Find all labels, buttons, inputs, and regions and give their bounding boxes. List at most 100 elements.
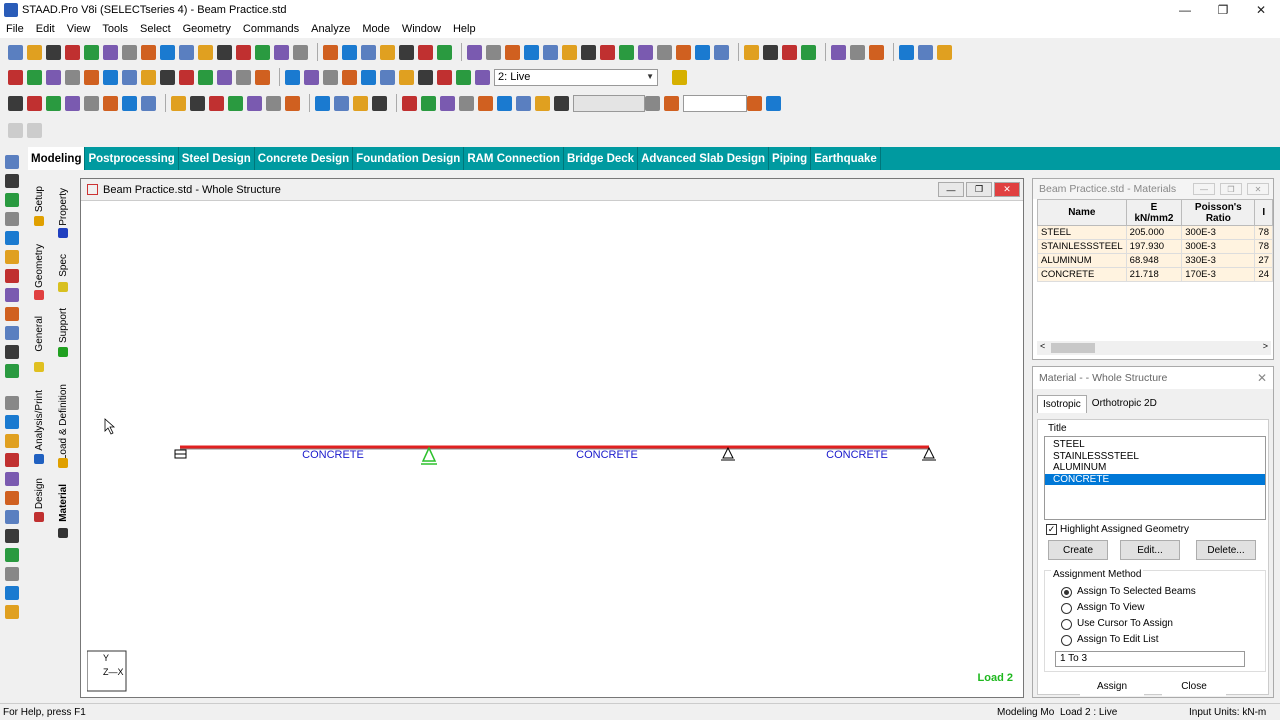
vtab-setup[interactable]: Setup xyxy=(34,186,45,212)
toolbar-tool-icon[interactable] xyxy=(247,95,262,111)
toolbar-tool-icon[interactable] xyxy=(198,44,213,60)
toolbar-tool-icon[interactable] xyxy=(217,69,232,85)
toolbar-tool-icon[interactable] xyxy=(937,44,952,60)
toolbar-tool-icon[interactable] xyxy=(171,95,186,111)
left-tool-icon[interactable] xyxy=(5,510,19,524)
toolbar-tool-icon[interactable] xyxy=(418,69,433,85)
left-tool-icon[interactable] xyxy=(5,364,19,378)
toolbar-tool-icon[interactable] xyxy=(456,69,471,85)
toolbar-tool-icon[interactable] xyxy=(103,44,118,60)
toolbar-tool-icon[interactable] xyxy=(65,44,80,60)
tab-piping[interactable]: Piping xyxy=(769,147,812,170)
toolbar-tool-icon[interactable] xyxy=(850,44,865,60)
toolbar-tool-icon[interactable] xyxy=(141,44,156,60)
toolbar-tool-icon[interactable] xyxy=(486,44,501,60)
toolbar-tool-icon[interactable] xyxy=(236,44,251,60)
toolbar-tool-icon[interactable] xyxy=(535,95,550,111)
toolbar-tool-icon[interactable] xyxy=(763,44,778,60)
menu-geometry[interactable]: Geometry xyxy=(183,23,231,35)
panel-minimize-button[interactable]: — xyxy=(1193,183,1215,195)
toolbar-tool-icon[interactable] xyxy=(440,95,455,111)
maximize-button[interactable]: ❐ xyxy=(1204,0,1242,20)
pinned-support-icon[interactable] xyxy=(421,446,437,462)
toolbar-tool-icon[interactable] xyxy=(190,95,205,111)
tab-postprocessing[interactable]: Postprocessing xyxy=(85,147,179,170)
toolbar-tool-icon[interactable] xyxy=(160,44,175,60)
tab-concrete-design[interactable]: Concrete Design xyxy=(255,147,354,170)
highlight-checkbox[interactable]: ✓ xyxy=(1046,524,1057,535)
panel-close-button[interactable]: ✕ xyxy=(1247,183,1269,195)
toolbar-tool-icon[interactable] xyxy=(766,95,781,111)
child-restore-button[interactable]: ❐ xyxy=(966,182,992,197)
toolbar-tool-icon[interactable] xyxy=(505,44,520,60)
toolbar-tool-icon[interactable] xyxy=(266,95,281,111)
toolbar-tool-icon[interactable] xyxy=(8,95,23,111)
toolbar-tool-icon[interactable] xyxy=(543,44,558,60)
close-icon[interactable]: ✕ xyxy=(1257,371,1267,385)
toolbar-tool-icon[interactable] xyxy=(342,44,357,60)
toolbar-tool-icon[interactable] xyxy=(437,44,452,60)
toolbar-tool-icon[interactable] xyxy=(323,44,338,60)
toolbar-tool-icon[interactable] xyxy=(475,69,490,85)
left-tool-icon[interactable] xyxy=(5,231,19,245)
toolbar-tool-icon[interactable] xyxy=(619,44,634,60)
toolbar-tool-icon[interactable] xyxy=(334,95,349,111)
toolbar-tool-icon[interactable] xyxy=(8,69,23,85)
toolbar-tool-icon[interactable] xyxy=(198,69,213,85)
toolbar-tool-icon[interactable] xyxy=(342,69,357,85)
toolbar-tool-icon[interactable] xyxy=(285,95,300,111)
toolbar-tool-icon[interactable] xyxy=(801,44,816,60)
toolbar-tool-icon[interactable] xyxy=(27,44,42,60)
toolbar-tool-icon[interactable] xyxy=(160,69,175,85)
tab-earthquake[interactable]: Earthquake xyxy=(811,147,881,170)
toolbar-tool-icon[interactable] xyxy=(524,44,539,60)
toolbar-tool-icon[interactable] xyxy=(353,95,368,111)
toolbar-tool-icon[interactable] xyxy=(27,95,42,111)
tab-steel-design[interactable]: Steel Design xyxy=(179,147,255,170)
toolbar-tool-icon[interactable] xyxy=(8,44,23,60)
material-list[interactable]: STEEL STAINLESSSTEEL ALUMINUM CONCRETE xyxy=(1044,436,1266,520)
tab-ram-connection[interactable]: RAM Connection xyxy=(464,147,564,170)
toolbar-tool-icon[interactable] xyxy=(315,95,330,111)
toolbar-tool-icon[interactable] xyxy=(664,95,679,111)
left-tool-icon[interactable] xyxy=(5,605,19,619)
menu-help[interactable]: Help xyxy=(453,23,476,35)
vtab-general[interactable]: General xyxy=(34,316,45,352)
menu-analyze[interactable]: Analyze xyxy=(311,23,350,35)
help-icon[interactable] xyxy=(672,69,687,85)
left-tool-icon[interactable] xyxy=(5,529,19,543)
toolbar-tool-icon[interactable] xyxy=(497,95,512,111)
toolbar-tool-icon[interactable] xyxy=(217,44,232,60)
toolbar-tool-icon[interactable] xyxy=(399,69,414,85)
toolbar-tool-icon[interactable] xyxy=(918,44,933,60)
left-tool-icon[interactable] xyxy=(5,434,19,448)
tab-foundation-design[interactable]: Foundation Design xyxy=(353,147,465,170)
tab-isotropic[interactable]: Isotropic xyxy=(1037,395,1087,413)
table-row[interactable]: STAINLESSSTEEL 197.930 300E-3 78 xyxy=(1037,239,1273,254)
toolbar-tool-icon[interactable] xyxy=(236,69,251,85)
horizontal-scrollbar[interactable]: < > xyxy=(1037,341,1271,355)
toolbar-tool-icon[interactable] xyxy=(380,44,395,60)
toolbar-tool-icon[interactable] xyxy=(122,69,137,85)
column-header-density[interactable]: I xyxy=(1254,199,1273,226)
toolbar-tool-icon[interactable] xyxy=(141,69,156,85)
toolbar-tool-icon[interactable] xyxy=(581,44,596,60)
left-tool-icon[interactable] xyxy=(5,491,19,505)
toolbar-tool-icon[interactable] xyxy=(418,44,433,60)
radio-edit-list[interactable] xyxy=(1061,635,1072,646)
toolbar-tool-icon[interactable] xyxy=(554,95,569,111)
toolbar-tool-icon[interactable] xyxy=(467,44,482,60)
toolbar-tool-icon[interactable] xyxy=(293,44,308,60)
toolbar-tool-icon[interactable] xyxy=(437,69,452,85)
radio-cursor[interactable] xyxy=(1061,619,1072,630)
toolbar-tool-icon[interactable] xyxy=(103,95,118,111)
toolbar-tool-icon[interactable] xyxy=(562,44,577,60)
toolbar-tool-icon[interactable] xyxy=(304,69,319,85)
toolbar-tool-icon[interactable] xyxy=(645,95,660,111)
toolbar-tool-icon[interactable] xyxy=(228,95,243,111)
vtab-property[interactable]: Property xyxy=(58,188,69,226)
left-tool-icon[interactable] xyxy=(5,453,19,467)
toolbar-tool-icon[interactable] xyxy=(399,44,414,60)
radio-view[interactable] xyxy=(1061,603,1072,614)
menu-window[interactable]: Window xyxy=(402,23,441,35)
